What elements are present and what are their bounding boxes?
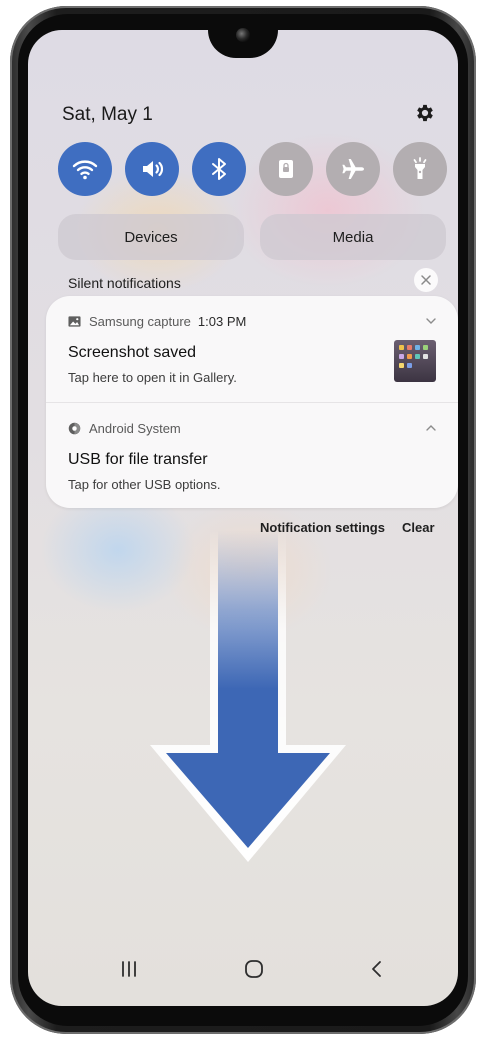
wifi-toggle[interactable] [58, 142, 112, 196]
notification-screenshot[interactable]: Samsung capture 1:03 PM Screenshot saved… [46, 296, 458, 402]
recents-icon [122, 961, 136, 977]
silent-notifications-header: Silent notifications [68, 275, 181, 291]
bluetooth-icon [212, 158, 226, 180]
chevron-down-icon[interactable] [424, 314, 438, 328]
notification-time: 1:03 PM [197, 314, 247, 329]
clear-button[interactable]: Clear [402, 520, 435, 535]
media-button[interactable]: Media [260, 214, 446, 260]
swipe-down-arrow-icon [150, 530, 346, 862]
wifi-icon [72, 160, 98, 180]
notification-app-name: Android System [89, 421, 181, 436]
notification-title: Screenshot saved [68, 344, 197, 361]
airplane-toggle[interactable] [326, 142, 380, 196]
notification-header: Samsung capture 1:03 PM [68, 314, 246, 329]
screen-lock-toggle[interactable] [259, 142, 313, 196]
recents-button[interactable] [114, 956, 144, 982]
devices-button[interactable]: Devices [58, 214, 244, 260]
notification-card: Samsung capture 1:03 PM Screenshot saved… [46, 296, 458, 508]
date-label: Sat, May 1 [62, 104, 153, 125]
front-camera [236, 28, 250, 42]
android-system-icon [68, 422, 81, 435]
notification-body: Tap for other USB options. [68, 477, 221, 492]
notification-header: Android System [68, 421, 181, 436]
gear-icon[interactable] [414, 102, 436, 124]
chevron-up-icon[interactable] [424, 421, 438, 435]
notification-usb[interactable]: Android System USB for file transfer Tap… [46, 403, 458, 508]
flashlight-icon [413, 157, 427, 179]
close-icon [421, 275, 431, 285]
image-icon [68, 316, 81, 327]
home-button[interactable] [239, 956, 269, 982]
bluetooth-toggle[interactable] [192, 142, 246, 196]
sound-toggle[interactable] [125, 142, 179, 196]
dismiss-silent-button[interactable] [414, 268, 438, 292]
back-button[interactable] [362, 956, 392, 982]
sound-icon [143, 161, 164, 177]
flashlight-toggle[interactable] [393, 142, 447, 196]
notification-title: USB for file transfer [68, 451, 208, 468]
navigation-bar [28, 950, 458, 990]
screenshot-thumbnail [394, 340, 436, 382]
lock-icon [279, 160, 293, 178]
airplane-icon [342, 159, 364, 179]
notification-shade: Sat, May 1 Devices Media Silent notifica… [28, 30, 458, 1006]
home-icon [245, 960, 263, 978]
notification-body: Tap here to open it in Gallery. [68, 370, 237, 385]
back-icon [372, 961, 381, 977]
notification-app-name: Samsung capture [89, 314, 191, 329]
